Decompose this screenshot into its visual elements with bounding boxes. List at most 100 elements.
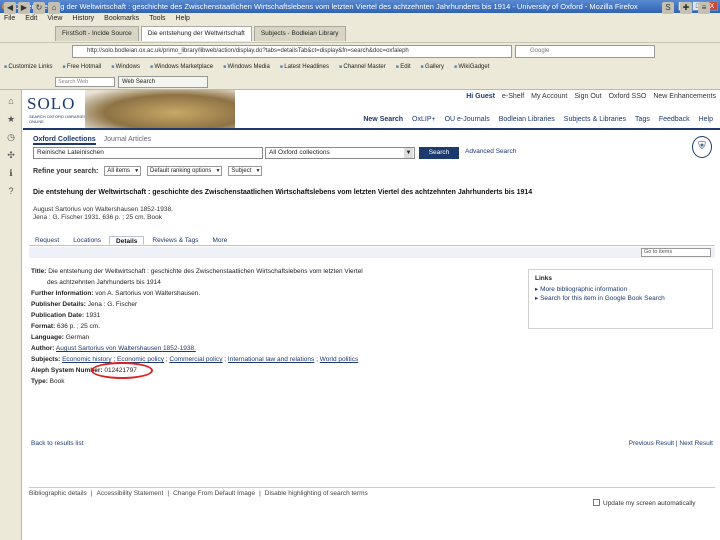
browser-tab-active[interactable]: Die entstehung der Weltwirtschaft [140,26,252,41]
nav-feedback[interactable]: Feedback [656,116,693,123]
nav-subjects[interactable]: Subjects & Libraries [561,116,629,123]
footer-link[interactable]: Accessibility Statement [97,488,164,499]
addon-search-input[interactable]: Search Web [55,77,115,87]
bookmark-item[interactable]: Free Hotmail [62,60,101,74]
nav-new-search[interactable]: New Search [360,116,406,123]
tab-request[interactable]: Request [29,236,65,245]
browser-tab[interactable]: FirstSoft - Inclde Source [55,26,139,41]
refine-label: Refine your search: [33,167,99,175]
bookmark-item[interactable]: WikiGadget [454,60,489,74]
links-item[interactable]: ▸ More bibliographic information [535,285,706,294]
prev-next-links[interactable]: Previous Result | Next Result [629,440,713,447]
refine-ranking-select[interactable]: Default ranking options [147,166,223,176]
detail-row: Author: August Sartorius von Waltershaus… [31,343,511,354]
refine-items-select[interactable]: All items [104,166,142,176]
bookmark-item[interactable]: Windows Media [223,60,270,74]
solo-logo[interactable]: SOLO [27,94,75,114]
eshelf-link[interactable]: e-Shelf [502,93,524,100]
collection-tabs: Oxford Collections Journal Articles [33,136,151,145]
bookmark-icon[interactable]: ★ [6,114,16,124]
history-icon[interactable]: ◷ [6,132,16,142]
reload-icon[interactable]: ↻ [33,2,45,14]
browser-search-input[interactable]: Google [515,45,655,58]
help-icon[interactable]: ? [6,186,16,196]
menu-file[interactable]: File [4,13,15,25]
header-divider [23,128,720,130]
menu-icon[interactable]: ≡ [698,2,710,14]
refine-row: Refine your search: All items Default ra… [33,166,263,176]
menu-view[interactable]: View [47,13,62,25]
search-input[interactable]: Reinische Lateinischen [33,147,263,159]
links-item[interactable]: ▸ Search for this item in Google Book Se… [535,294,706,303]
left-sidebar: ⌂ ★ ◷ ✣ ℹ ? [0,90,22,540]
home-icon[interactable]: ⌂ [48,2,60,14]
bookmark-item[interactable]: Customize Links [4,60,52,74]
detail-value: Jena : G. Fischer [87,301,138,308]
oxford-sso-link[interactable]: Oxford SSO [609,93,647,100]
tab-details[interactable]: Details [109,236,145,245]
nav-help[interactable]: Help [696,116,716,123]
author-link[interactable]: August Sartorius von Waltershausen 1852-… [56,345,196,352]
tab-more[interactable]: More [207,236,234,245]
subject-link[interactable]: Economic history [62,356,112,363]
menu-tools[interactable]: Tools [149,13,165,25]
my-account-link[interactable]: My Account [531,93,567,100]
sign-out-link[interactable]: Sign Out [574,93,601,100]
footer-link[interactable]: Disable highlighting of search terms [265,488,368,499]
search-button[interactable]: Search [419,147,459,159]
nav-oxlip[interactable]: OxLIP+ [409,116,439,123]
back-icon[interactable]: ◀ [4,2,16,14]
actions-select[interactable]: Go to items [641,248,711,257]
footer-link[interactable]: Change From Default Image [173,488,255,499]
nav-ejournals[interactable]: OU e-Journals [442,116,493,123]
detail-row: Publication Date: 1931 [31,310,511,321]
web-page: SOLO SEARCH OXFORD LIBRARIES ONLINE Hi G… [23,90,720,540]
addon-icon[interactable]: ✚ [680,2,692,14]
detail-value: 1931 [85,312,101,319]
detail-key: Author: [31,345,55,352]
refine-subject-select[interactable]: Subject [228,166,263,176]
menu-edit[interactable]: Edit [25,13,37,25]
bookmark-item[interactable]: Windows Marketplace [150,60,213,74]
bookmark-item[interactable]: Gallery [421,60,444,74]
solo-banner: SOLO SEARCH OXFORD LIBRARIES ONLINE Hi G… [23,90,720,128]
forward-icon[interactable]: ▶ [18,2,30,14]
detail-row: Format: 636 p. ; 25 cm. [31,321,511,332]
tab-locations[interactable]: Locations [67,236,107,245]
bookmark-item[interactable]: Channel Master [339,60,385,74]
menu-bookmarks[interactable]: Bookmarks [104,13,139,25]
tab-oxford-collections[interactable]: Oxford Collections [33,136,96,145]
solo-logo-subtitle: SEARCH OXFORD LIBRARIES ONLINE [29,114,86,124]
search-engine-icon[interactable]: S [662,2,674,14]
advanced-search-link[interactable]: Advanced Search [465,148,516,155]
detail-value: von A. Sartorius von Waltershausen. [95,290,201,297]
menu-help[interactable]: Help [176,13,190,25]
page-footer: Bibliographic details | Accessibility St… [29,487,715,499]
checkbox-icon[interactable] [593,499,600,506]
info-icon[interactable]: ℹ [6,168,16,178]
footer-link[interactable]: Bibliographic details [29,488,87,499]
address-bar[interactable]: http://solo.bodleian.ox.ac.uk/primo_libr… [72,45,512,58]
nav-tags[interactable]: Tags [632,116,653,123]
nav-bodleian[interactable]: Bodleian Libraries [496,116,558,123]
subject-link[interactable]: World politics [320,356,359,363]
tab-reviews-tags[interactable]: Reviews & Tags [146,236,204,245]
new-enhancements-link[interactable]: New Enhancements [653,93,716,100]
subject-link[interactable]: Commercial policy [169,356,222,363]
bookmark-item[interactable]: Latest Headlines [280,60,329,74]
home-icon[interactable]: ⌂ [6,96,16,106]
browser-tab[interactable]: Subjects - Bodleian Library [253,26,346,41]
auto-update-toggle[interactable]: Update my screen automatically [593,499,696,507]
web-search-button[interactable]: Web Search [118,76,208,88]
bookmark-item[interactable]: Windows [111,60,140,74]
puzzle-icon[interactable]: ✣ [6,150,16,160]
subject-link[interactable]: International law and relations [228,356,314,363]
tab-journal-articles[interactable]: Journal Articles [104,136,151,145]
record-meta-line: Jena : G. Fischer 1931. 636 p. ; 25 cm. … [33,214,162,221]
user-links: Hi Guest e-Shelf My Account Sign Out Oxf… [466,93,716,100]
bookmark-item[interactable]: Edit [396,60,410,74]
record-meta: August Sartorius von Waltershausen 1852-… [33,206,173,222]
back-to-results-link[interactable]: Back to results list [31,440,83,447]
menu-history[interactable]: History [72,13,94,25]
scope-select[interactable]: All Oxford collections [265,147,415,159]
